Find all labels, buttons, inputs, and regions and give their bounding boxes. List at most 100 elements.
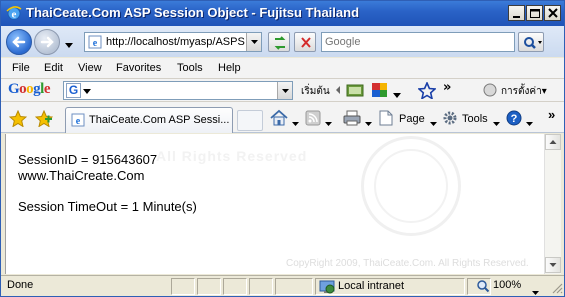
title-bar: e ThaiCeate.Com ASP Session Object - Fuj… <box>1 1 564 26</box>
status-pane <box>223 278 247 295</box>
status-pane <box>171 278 195 295</box>
chevron-down-icon[interactable] <box>526 116 533 129</box>
chevron-down-icon <box>83 89 91 94</box>
scroll-down-button[interactable] <box>545 257 561 273</box>
refresh-icon <box>274 36 286 50</box>
maximize-button[interactable] <box>526 5 543 21</box>
recent-pages-dropdown[interactable] <box>65 38 73 51</box>
google-start-button[interactable]: เริ่มต้น <box>301 84 330 99</box>
search-box[interactable] <box>321 32 515 52</box>
arrow-left-icon <box>12 36 26 48</box>
scroll-up-button[interactable] <box>545 134 561 150</box>
chevron-down-icon[interactable] <box>493 116 500 129</box>
print-icon[interactable] <box>343 110 361 129</box>
address-toolbar: e http://localhost/myasp/ASPS <box>1 26 564 57</box>
chevron-down-icon[interactable] <box>393 88 401 101</box>
feeds-icon[interactable] <box>305 110 321 129</box>
svg-text:e: e <box>93 38 98 49</box>
resize-grip-icon[interactable] <box>551 282 563 297</box>
chevron-down-icon <box>282 89 289 93</box>
add-favorites-icon[interactable] <box>34 109 54 130</box>
new-tab-button[interactable] <box>237 110 263 131</box>
favorites-star-icon[interactable] <box>8 109 28 130</box>
svg-text:e: e <box>12 9 17 21</box>
url-dropdown-button[interactable] <box>246 33 261 51</box>
browser-window: e ThaiCeate.Com ASP Session Object - Fuj… <box>0 0 565 297</box>
menu-help[interactable]: Help <box>218 62 241 74</box>
page-menu-icon[interactable] <box>379 110 393 129</box>
search-icon <box>524 37 542 49</box>
status-pane <box>275 278 313 295</box>
security-zone-text: Local intranet <box>338 280 405 292</box>
mail-icon[interactable] <box>346 82 364 101</box>
command-more-button[interactable]: » <box>548 107 555 122</box>
chevron-down-icon <box>549 263 557 267</box>
google-settings-button[interactable]: การตั้งค่า▾ <box>501 84 547 99</box>
copyright-text: CopyRight 2009, ThaiCeate.Com. All Right… <box>286 258 529 269</box>
help-icon[interactable]: ? <box>506 110 522 129</box>
svg-text:?: ? <box>511 113 518 125</box>
site-text: www.ThaiCreate.Com <box>18 168 145 183</box>
status-bar: Done Local intranet 100% <box>1 275 564 296</box>
page-menu-button[interactable]: Page <box>399 113 425 125</box>
page-content: All Rights Reserved SessionID = 91564360… <box>5 134 544 274</box>
search-button[interactable] <box>518 32 544 52</box>
minimize-button[interactable] <box>508 5 525 21</box>
separator-icon <box>334 84 344 99</box>
status-pane <box>197 278 221 295</box>
chevron-down-icon[interactable] <box>292 116 299 129</box>
stop-icon <box>301 37 311 48</box>
chevron-down-icon <box>65 43 73 48</box>
search-input[interactable] <box>325 34 511 50</box>
window-title: ThaiCeate.Com ASP Session Object - Fujit… <box>26 5 360 20</box>
close-button[interactable] <box>544 5 561 21</box>
chevron-up-icon <box>549 140 557 144</box>
chevron-down-icon <box>251 40 258 44</box>
menu-favorites[interactable]: Favorites <box>116 62 161 74</box>
ie-logo-icon: e <box>6 5 22 21</box>
url-text[interactable]: http://localhost/myasp/ASPS <box>106 36 246 48</box>
google-more-button[interactable]: » <box>443 80 451 95</box>
google-logo[interactable]: Google <box>8 81 51 98</box>
back-button[interactable] <box>6 29 32 55</box>
menu-tools[interactable]: Tools <box>177 62 203 74</box>
page-icon: e <box>88 35 102 52</box>
watermark-seal-inner <box>374 149 448 223</box>
chevron-down-icon[interactable] <box>325 116 332 129</box>
google-toolbar: Google G เริ่มต้น » การตั้งค่า▾ <box>1 79 564 102</box>
globe-icon <box>319 279 335 297</box>
settings-circle-icon[interactable] <box>483 83 497 100</box>
chevron-down-icon[interactable] <box>365 116 372 129</box>
home-icon[interactable] <box>269 109 289 130</box>
refresh-button[interactable] <box>268 32 290 52</box>
magnifier-icon <box>476 279 490 296</box>
google-g-icon: G <box>66 83 81 98</box>
page-icon: e <box>71 113 85 130</box>
status-pane <box>249 278 273 295</box>
google-history-dropdown[interactable] <box>277 82 292 99</box>
zoom-control[interactable]: 100% <box>472 278 550 295</box>
security-zone-pane[interactable]: Local intranet <box>315 278 465 295</box>
menu-view[interactable]: View <box>78 62 102 74</box>
star-outline-icon[interactable] <box>417 80 437 102</box>
menu-edit[interactable]: Edit <box>44 62 63 74</box>
forward-button[interactable] <box>34 29 60 55</box>
chevron-down-icon <box>532 285 539 297</box>
session-id-text: SessionID = 915643607 <box>18 152 158 167</box>
arrow-right-icon <box>40 36 54 48</box>
address-field[interactable]: e http://localhost/myasp/ASPS <box>84 32 262 52</box>
vertical-scrollbar[interactable] <box>544 134 561 274</box>
google-search-field[interactable]: G <box>63 81 293 100</box>
session-timeout-text: Session TimeOut = 1 Minute(s) <box>18 199 197 214</box>
tab-active[interactable]: e ThaiCeate.Com ASP Sessi... <box>65 107 233 133</box>
menu-file[interactable]: File <box>12 62 30 74</box>
tools-menu-button[interactable]: Tools <box>462 113 488 125</box>
gear-icon[interactable] <box>442 110 458 129</box>
svg-text:e: e <box>76 116 81 127</box>
tab-bar: e ThaiCeate.Com ASP Sessi... Page Tools … <box>1 102 564 133</box>
chevron-down-icon[interactable] <box>430 116 437 129</box>
puzzle-icon[interactable] <box>370 81 390 102</box>
status-text: Done <box>7 279 34 291</box>
stop-button[interactable] <box>294 32 316 52</box>
tab-label: ThaiCeate.Com ASP Sessi... <box>89 114 230 126</box>
